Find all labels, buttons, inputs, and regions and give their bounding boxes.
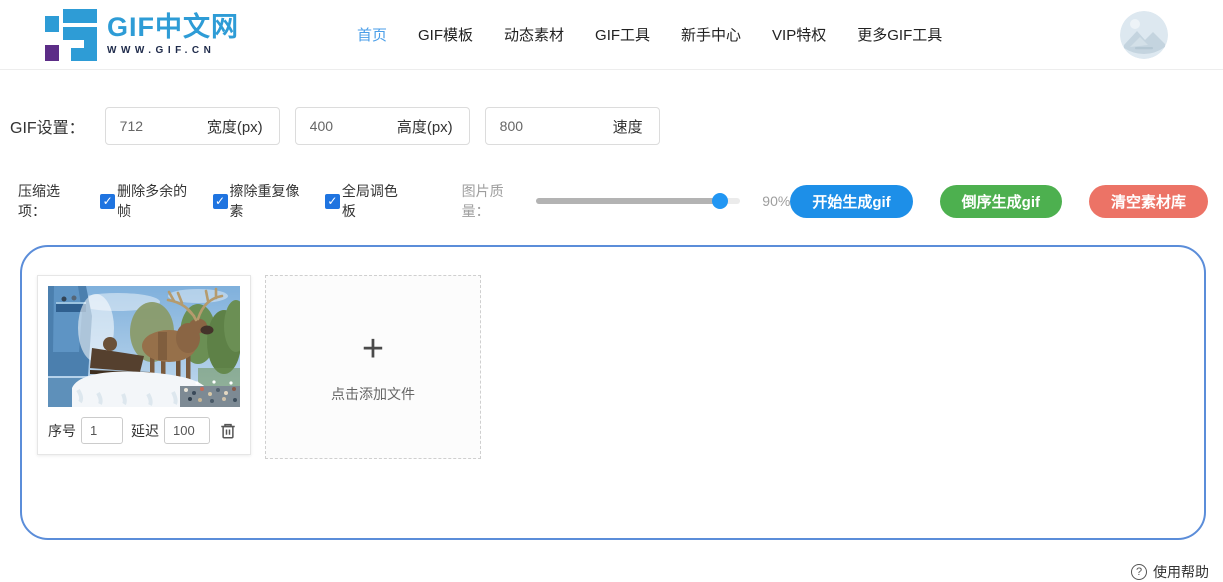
nav-item-gif-templates[interactable]: GIF模板 xyxy=(418,24,473,45)
frame-card: 序号 延迟 xyxy=(37,275,251,455)
checkbox-label: 删除多余的帧 xyxy=(117,181,198,221)
quality-slider-fill xyxy=(536,198,720,204)
generate-gif-button[interactable]: 开始生成gif xyxy=(790,185,912,218)
checkbox-checked-icon: ✓ xyxy=(100,194,115,209)
main-nav: 首页 GIF模板 动态素材 GIF工具 新手中心 VIP特权 更多GIF工具 xyxy=(357,24,942,45)
speed-field-group: 速度 xyxy=(485,107,660,145)
compression-options-label: 压缩选项： xyxy=(18,181,86,221)
width-input[interactable] xyxy=(120,118,190,134)
checkbox-label: 全局调色板 xyxy=(342,181,410,221)
delete-frame-button[interactable] xyxy=(219,422,237,440)
gif-settings-label: GIF设置： xyxy=(10,114,85,138)
logo-title: GIF中文网 xyxy=(107,14,239,41)
help-link[interactable]: ? 使用帮助 xyxy=(0,562,1223,582)
speed-input[interactable] xyxy=(500,118,570,134)
gif-settings-row: GIF设置： 宽度(px) 高度(px) 速度 xyxy=(10,107,1223,145)
avatar-placeholder-icon xyxy=(1120,11,1168,59)
frame-thumbnail-image[interactable] xyxy=(48,286,240,407)
height-unit-label: 高度(px) xyxy=(397,116,453,137)
delay-input[interactable] xyxy=(164,417,210,444)
header: GIF中文网 WWW.GIF.CN 首页 GIF模板 动态素材 GIF工具 新手… xyxy=(0,0,1223,70)
site-logo[interactable]: GIF中文网 WWW.GIF.CN xyxy=(45,9,239,61)
checkbox-global-palette[interactable]: ✓ 全局调色板 xyxy=(325,181,410,221)
quality-percent-value: 90% xyxy=(762,193,790,209)
logo-subtitle: WWW.GIF.CN xyxy=(107,46,239,56)
checkbox-checked-icon: ✓ xyxy=(325,194,340,209)
checkbox-label: 擦除重复像素 xyxy=(230,181,311,221)
nav-item-animated-materials[interactable]: 动态素材 xyxy=(504,24,564,45)
help-icon: ? xyxy=(1131,564,1147,580)
nav-item-beginner-center[interactable]: 新手中心 xyxy=(681,24,741,45)
nav-item-vip[interactable]: VIP特权 xyxy=(772,24,826,45)
frame-controls: 序号 延迟 xyxy=(48,417,240,444)
width-unit-label: 宽度(px) xyxy=(207,116,263,137)
nav-item-home[interactable]: 首页 xyxy=(357,24,387,45)
plus-icon: + xyxy=(362,330,384,368)
width-field-group: 宽度(px) xyxy=(105,107,280,145)
nav-item-gif-tools[interactable]: GIF工具 xyxy=(595,24,650,45)
checkbox-checked-icon: ✓ xyxy=(213,194,228,209)
nav-item-more-gif-tools[interactable]: 更多GIF工具 xyxy=(857,24,942,45)
add-file-label: 点击添加文件 xyxy=(331,384,415,404)
add-file-tile[interactable]: + 点击添加文件 xyxy=(265,275,481,459)
height-field-group: 高度(px) xyxy=(295,107,470,145)
delay-label: 延迟 xyxy=(131,421,159,441)
logo-text: GIF中文网 WWW.GIF.CN xyxy=(107,14,239,56)
help-label: 使用帮助 xyxy=(1153,562,1209,582)
compression-options-row: 压缩选项： ✓ 删除多余的帧 ✓ 擦除重复像素 ✓ 全局调色板 图片质量： 90… xyxy=(18,181,1208,221)
speed-unit-label: 速度 xyxy=(613,116,643,137)
image-quality-label: 图片质量： xyxy=(462,181,530,221)
trash-icon xyxy=(219,422,237,440)
quality-slider-thumb[interactable] xyxy=(712,193,728,209)
logo-g-icon xyxy=(45,9,97,61)
reverse-generate-gif-button[interactable]: 倒序生成gif xyxy=(940,185,1062,218)
height-input[interactable] xyxy=(310,118,380,134)
user-avatar[interactable] xyxy=(1120,11,1168,59)
frames-container: 序号 延迟 + 点击添加文件 xyxy=(20,245,1206,540)
sequence-input[interactable] xyxy=(81,417,123,444)
sequence-label: 序号 xyxy=(48,421,76,441)
quality-slider[interactable] xyxy=(536,198,741,204)
checkbox-erase-duplicate-pixels[interactable]: ✓ 擦除重复像素 xyxy=(213,181,311,221)
clear-library-button[interactable]: 清空素材库 xyxy=(1089,185,1208,218)
action-buttons: 开始生成gif 倒序生成gif 清空素材库 xyxy=(790,185,1208,218)
checkbox-remove-extra-frames[interactable]: ✓ 删除多余的帧 xyxy=(100,181,198,221)
